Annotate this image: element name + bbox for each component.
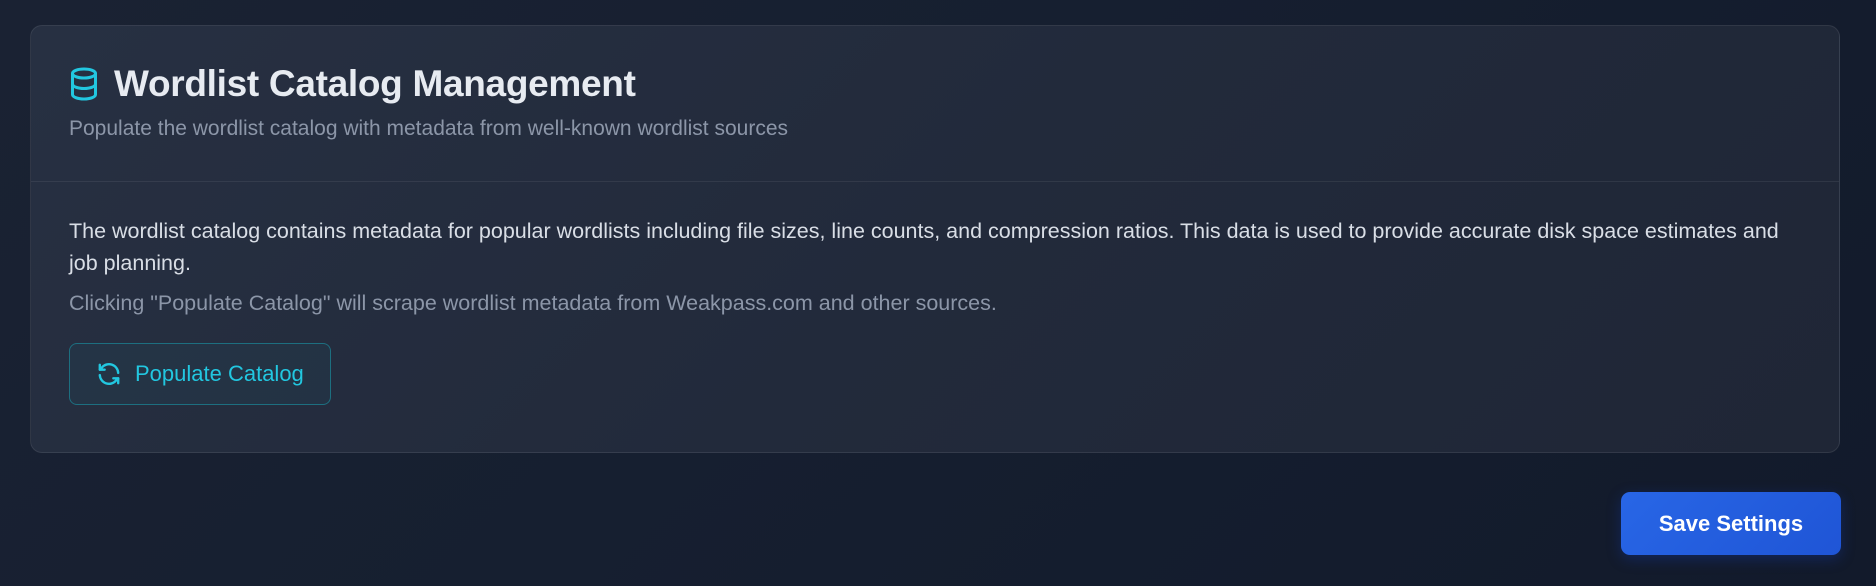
populate-catalog-label: Populate Catalog xyxy=(135,361,304,386)
card-subtitle: Populate the wordlist catalog with metad… xyxy=(69,117,788,140)
catalog-note: Clicking "Populate Catalog" will scrape … xyxy=(69,291,997,315)
database-icon xyxy=(69,67,99,101)
card-title: Wordlist Catalog Management xyxy=(114,63,636,104)
catalog-description: The wordlist catalog contains metadata f… xyxy=(69,219,1779,275)
title-row: Wordlist Catalog Management xyxy=(69,60,1801,108)
wordlist-catalog-card: Wordlist Catalog Management Populate the… xyxy=(30,25,1840,453)
refresh-icon xyxy=(96,361,122,387)
save-settings-button[interactable]: Save Settings xyxy=(1621,492,1841,555)
populate-catalog-button[interactable]: Populate Catalog xyxy=(69,343,331,405)
save-settings-label: Save Settings xyxy=(1658,510,1804,536)
card-body: The wordlist catalog contains metadata f… xyxy=(31,182,1839,405)
card-header: Wordlist Catalog Management Populate the… xyxy=(31,26,1839,182)
